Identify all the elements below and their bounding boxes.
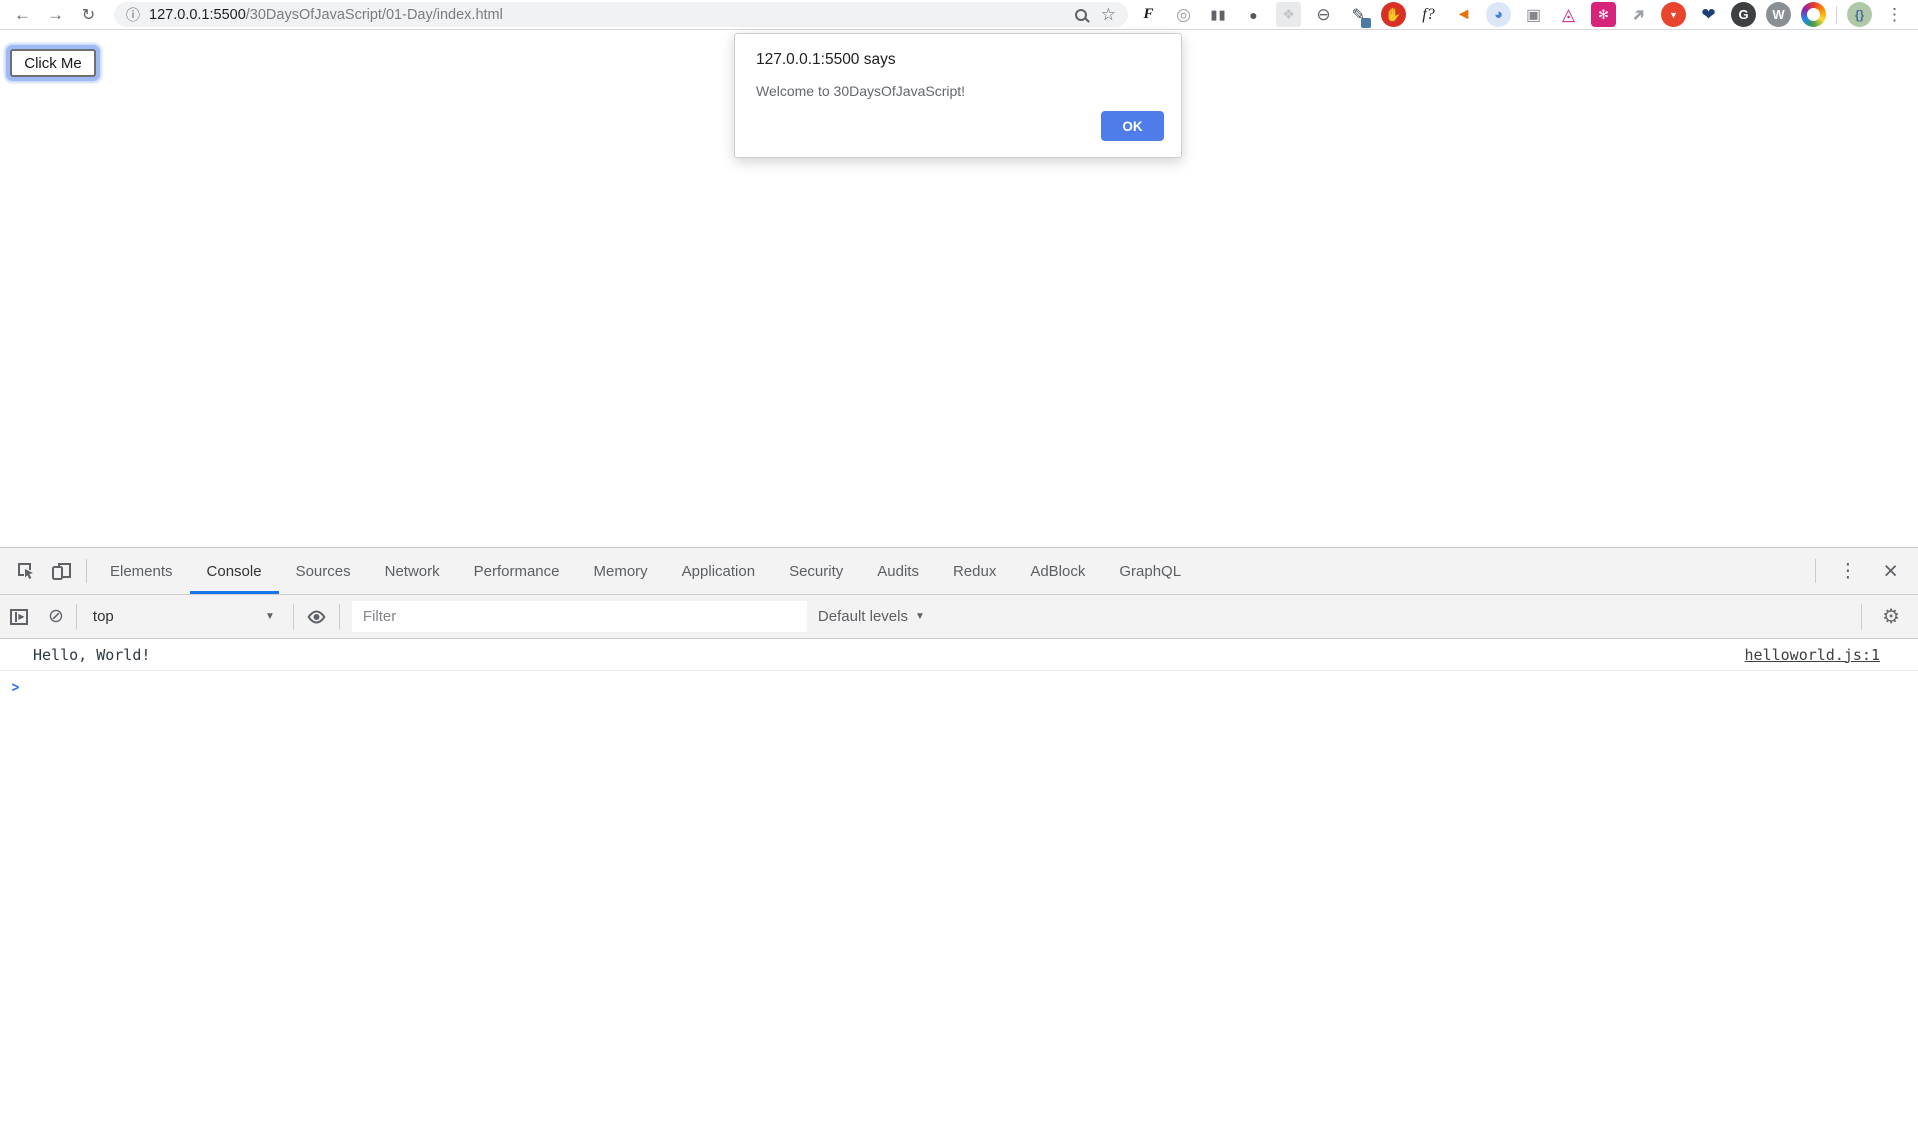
stop-hand-extension-icon[interactable]: ✋ (1381, 2, 1406, 27)
toolbar-separator (76, 604, 77, 630)
tab-elements[interactable]: Elements (93, 548, 190, 594)
bug-extension-icon[interactable]: ● (1241, 2, 1266, 27)
rainbow-ring-extension-icon[interactable] (1801, 2, 1826, 27)
forward-button[interactable]: → (42, 3, 69, 27)
url-bar[interactable]: ⓘ 127.0.0.1:5500/30DaysOfJavaScript/01-D… (114, 2, 1128, 27)
devtools-menu-button[interactable]: ⋮ (1826, 560, 1869, 583)
alert-ok-button[interactable]: OK (1101, 111, 1164, 141)
bookmark-star-icon[interactable]: ☆ (1101, 5, 1116, 25)
url-text[interactable]: 127.0.0.1:5500/30DaysOfJavaScript/01-Day… (149, 7, 503, 23)
tab-network[interactable]: Network (368, 548, 457, 594)
url-path: /30DaysOfJavaScript/01-Day/index.html (246, 7, 503, 23)
tab-adblock[interactable]: AdBlock (1013, 548, 1102, 594)
context-selector[interactable]: top ▼ (89, 608, 281, 625)
context-selector-value: top (93, 608, 114, 625)
inspect-element-icon[interactable] (8, 548, 44, 594)
console-filter-input[interactable] (352, 601, 807, 632)
play-glyph: ▶ (18, 612, 24, 621)
camera-extension-icon[interactable]: ▣ (1521, 2, 1546, 27)
extensions-separator (1836, 6, 1837, 24)
eyedropper-extension-icon[interactable]: ✎ (1346, 2, 1371, 27)
reload-button[interactable]: ↻ (75, 3, 102, 27)
alert-message: Welcome to 30DaysOfJavaScript! (756, 83, 1161, 99)
back-button[interactable]: ← (9, 3, 36, 27)
tab-sources[interactable]: Sources (279, 548, 368, 594)
browser-menu-button[interactable]: ⋮ (1882, 5, 1907, 25)
pink-flower-extension-icon[interactable]: ✻ (1591, 2, 1616, 27)
clear-console-icon[interactable]: ⊘ (48, 605, 64, 628)
extensions-bar: F ◎ ▮▮ ● ❖ ⊖ ✎ ✋ f? ◄ ◕ ▣ ◬ ✻ ➔ ▼ ❤ G W … (1136, 2, 1909, 27)
omnibox-actions: ☆ (1075, 5, 1116, 25)
console-source-link[interactable]: helloworld.js:1 (1745, 646, 1880, 664)
console-toolbar: ▶ ⊘ top ▼ Default levels ▼ ⚙ (0, 595, 1918, 639)
toolbar-separator (293, 604, 294, 630)
heart-search-extension-icon[interactable]: ❤ (1696, 2, 1721, 27)
toolbar-separator (1861, 604, 1862, 630)
g-circle-extension-icon[interactable]: G (1731, 2, 1756, 27)
tab-redux[interactable]: Redux (936, 548, 1013, 594)
tab-security[interactable]: Security (772, 548, 860, 594)
devtools-panel: Elements Console Sources Network Perform… (0, 547, 1918, 1146)
console-settings-gear-icon[interactable]: ⚙ (1874, 604, 1908, 629)
tab-audits[interactable]: Audits (860, 548, 936, 594)
grid-flower-extension-icon[interactable]: ❖ (1276, 2, 1301, 27)
json-braces-extension-icon[interactable]: {} (1847, 2, 1872, 27)
inspect-cursor-glyph (16, 561, 36, 581)
eye-glyph (306, 607, 327, 627)
pink-prism-extension-icon[interactable]: ◬ (1556, 2, 1581, 27)
halo-ring-extension-icon[interactable]: ◎ (1171, 2, 1196, 27)
tabbar-separator (86, 559, 87, 583)
f-question-extension-icon[interactable]: f? (1416, 2, 1441, 27)
bookmark-extension-icon[interactable]: ▼ (1661, 2, 1686, 27)
log-levels-value: Default levels (818, 608, 908, 625)
tab-memory[interactable]: Memory (577, 548, 665, 594)
browser-toolbar: ← → ↻ ⓘ 127.0.0.1:5500/30DaysOfJavaScrip… (0, 0, 1918, 30)
console-message-text: Hello, World! (33, 646, 150, 664)
controls-separator (1815, 559, 1816, 583)
alert-title: 127.0.0.1:5500 says (756, 51, 1161, 69)
url-host: 127.0.0.1:5500 (149, 7, 246, 23)
corner-arrow-extension-icon[interactable]: ➔ (1621, 0, 1656, 32)
side-panels-extension-icon[interactable]: ▮▮ (1206, 2, 1231, 27)
click-me-button[interactable]: Click Me (10, 49, 96, 77)
alert-dialog: 127.0.0.1:5500 says Welcome to 30DaysOfJ… (734, 33, 1182, 158)
paren-dash-extension-icon[interactable]: ⊖ (1311, 2, 1336, 27)
console-prompt-chevron-icon: > (12, 678, 20, 696)
chevron-down-icon: ▼ (915, 611, 925, 622)
console-prompt[interactable]: > (0, 671, 1918, 702)
blue-swirl-extension-icon[interactable]: ◕ (1486, 2, 1511, 27)
tab-performance[interactable]: Performance (457, 548, 577, 594)
log-levels-dropdown[interactable]: Default levels ▼ (818, 608, 925, 625)
page-info-icon[interactable]: ⓘ (126, 5, 140, 25)
device-frames-glyph (51, 561, 73, 581)
devtools-tab-bar: Elements Console Sources Network Perform… (0, 548, 1918, 595)
device-toolbar-icon[interactable] (44, 548, 80, 594)
tab-console[interactable]: Console (190, 548, 279, 594)
toolbar-separator (339, 604, 340, 630)
devtools-window-controls: ⋮ × (1809, 548, 1918, 594)
megaphone-extension-icon[interactable]: ◄ (1451, 2, 1476, 27)
w-circle-extension-icon[interactable]: W (1766, 2, 1791, 27)
devtools-close-button[interactable]: × (1873, 559, 1908, 584)
zoom-icon[interactable] (1075, 9, 1087, 21)
tab-graphql[interactable]: GraphQL (1102, 548, 1198, 594)
console-sidebar-icon[interactable]: ▶ (10, 609, 28, 625)
live-expression-eye-icon[interactable] (306, 607, 327, 627)
tab-application[interactable]: Application (665, 548, 772, 594)
console-message-row: Hello, World! helloworld.js:1 (0, 639, 1918, 671)
chevron-down-icon: ▼ (265, 611, 275, 622)
fonts-ninja-extension-icon[interactable]: F (1136, 2, 1161, 27)
